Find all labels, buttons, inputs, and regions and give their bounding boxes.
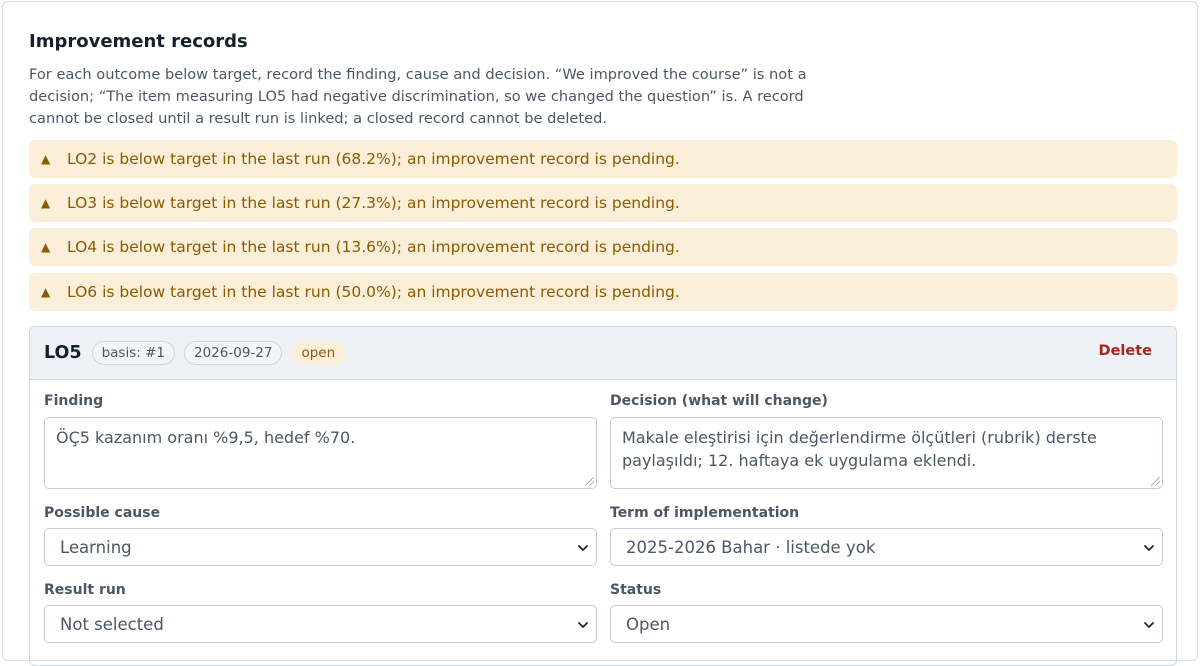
warning-icon: ▲ (41, 285, 51, 299)
result-run-label: Result run (44, 582, 126, 598)
finding-textarea[interactable]: ÖÇ5 kazanım oranı %9,5, hedef %70. (44, 417, 597, 489)
finding-value: ÖÇ5 kazanım oranı %9,5, hedef %70. (56, 428, 356, 447)
warning-alert: ▲ LO6 is below target in the last run (5… (29, 273, 1177, 311)
delete-button[interactable]: Delete (1099, 343, 1152, 359)
status-selected-value: Open (626, 614, 671, 634)
chevron-down-icon (578, 545, 588, 551)
term-label: Term of implementation (610, 505, 800, 521)
basis-badge: basis: #1 (91, 341, 175, 365)
status-label: Status (610, 582, 662, 598)
warning-alert: ▲ LO4 is below target in the last run (1… (29, 228, 1177, 266)
status-select[interactable]: Open (610, 605, 1163, 643)
warning-text: LO3 is below target in the last run (27.… (67, 194, 680, 212)
improvement-record-card: LO5 basis: #1 2026-09-27 open Delete Fin… (29, 326, 1177, 666)
warning-text: LO4 is below target in the last run (13.… (67, 238, 680, 256)
warning-alert: ▲ LO2 is below target in the last run (6… (29, 140, 1177, 178)
warning-alert: ▲ LO3 is below target in the last run (2… (29, 184, 1177, 222)
record-header: LO5 basis: #1 2026-09-27 open Delete (30, 327, 1176, 380)
decision-label: Decision (what will change) (610, 393, 828, 409)
decision-value: Makale eleştirisi için değerlendirme ölç… (622, 428, 1097, 470)
date-badge: 2026-09-27 (184, 341, 283, 365)
warning-icon: ▲ (41, 240, 51, 254)
section-title: Improvement records (29, 31, 248, 52)
warning-text: LO6 is below target in the last run (50.… (67, 283, 680, 301)
resize-handle-icon[interactable] (585, 477, 594, 486)
chevron-down-icon (1144, 622, 1154, 628)
warning-icon: ▲ (41, 152, 51, 166)
chevron-down-icon (1144, 545, 1154, 551)
status-badge: open (291, 341, 346, 365)
result-run-selected-value: Not selected (60, 614, 164, 634)
improvement-records-panel: Improvement records For each outcome bel… (2, 1, 1198, 666)
warning-text: LO2 is below target in the last run (68.… (67, 150, 680, 168)
section-intro: For each outcome below target, record th… (29, 66, 807, 127)
term-selected-value: 2025-2026 Bahar · listede yok (626, 537, 876, 557)
resize-handle-icon[interactable] (1151, 477, 1160, 486)
record-outcome-code: LO5 (44, 343, 82, 363)
decision-textarea[interactable]: Makale eleştirisi için değerlendirme ölç… (610, 417, 1163, 489)
chevron-down-icon (578, 622, 588, 628)
result-run-select[interactable]: Not selected (44, 605, 597, 643)
warning-icon: ▲ (41, 196, 51, 210)
cause-select[interactable]: Learning (44, 528, 597, 566)
term-select[interactable]: 2025-2026 Bahar · listede yok (610, 528, 1163, 566)
cause-selected-value: Learning (60, 537, 132, 557)
cause-label: Possible cause (44, 505, 161, 521)
finding-label: Finding (44, 393, 104, 409)
